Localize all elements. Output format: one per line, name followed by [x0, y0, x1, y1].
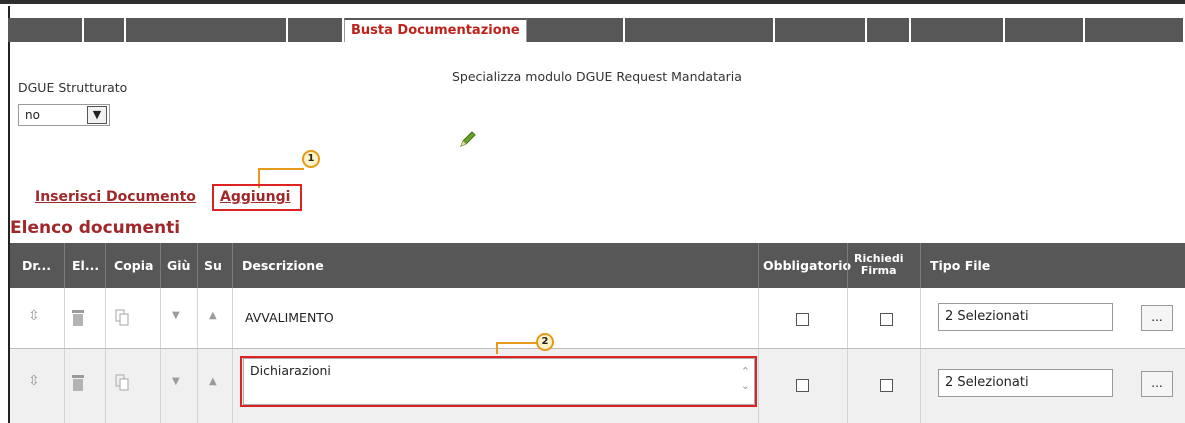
cell-divider — [758, 288, 759, 348]
col-elimina[interactable]: El... — [72, 243, 99, 288]
top-border-line — [0, 0, 1185, 4]
tab-9[interactable] — [866, 18, 911, 42]
dgue-strutturato-label: DGUE Strutturato — [18, 80, 128, 95]
inserisci-documento-link[interactable]: Inserisci Documento — [35, 189, 196, 205]
richiedi-firma-checkbox[interactable] — [880, 379, 893, 392]
callout-2-line-h — [496, 342, 538, 344]
cell-divider — [64, 288, 65, 348]
cell-divider — [160, 349, 161, 423]
cell-divider — [847, 288, 848, 348]
descrizione-highlight — [240, 356, 757, 407]
col-su[interactable]: Su — [204, 243, 222, 288]
col-obbligatorio[interactable]: Obbligatorio — [763, 243, 851, 288]
section-title: Elenco documenti — [10, 218, 181, 238]
chevron-down-icon[interactable]: ▼ — [87, 106, 107, 124]
col-divider — [920, 243, 921, 288]
col-divider — [160, 243, 161, 288]
callout-1-line-h — [258, 168, 304, 170]
aggiungi-link[interactable]: Aggiungi — [220, 189, 290, 205]
tab-10[interactable] — [910, 18, 1005, 42]
obbligatorio-checkbox[interactable] — [796, 313, 809, 326]
obbligatorio-checkbox[interactable] — [796, 379, 809, 392]
trash-icon[interactable] — [70, 373, 86, 393]
move-up-icon[interactable]: ▲ — [209, 310, 217, 321]
select-value: no — [25, 108, 40, 122]
cell-divider — [232, 349, 233, 423]
cell-divider — [920, 288, 921, 348]
tab-2[interactable] — [84, 18, 126, 42]
pencil-icon[interactable] — [458, 130, 478, 148]
col-divider — [197, 243, 198, 288]
tipo-file-more-button[interactable]: ... — [1141, 305, 1173, 331]
trash-icon[interactable] — [70, 308, 86, 328]
cell-divider — [232, 288, 233, 348]
cell-divider — [847, 349, 848, 423]
col-divider — [232, 243, 233, 288]
tab-6[interactable] — [526, 18, 625, 42]
cell-divider — [758, 349, 759, 423]
col-drag[interactable]: Dr... — [22, 243, 51, 288]
dgue-strutturato-select[interactable]: no ▼ — [18, 104, 110, 126]
cell-divider — [197, 288, 198, 348]
callout-2-badge: 2 — [536, 333, 554, 351]
col-firma-label: Firma — [860, 264, 897, 277]
tab-7[interactable] — [624, 18, 775, 42]
move-down-icon[interactable]: ▼ — [172, 376, 180, 387]
cell-divider — [920, 349, 921, 423]
copy-icon[interactable] — [114, 373, 130, 393]
table-row: ⇳ ▼ ▲ Dichiarazioni ⌃ ⌄ 2 Selezionati ... — [10, 349, 1185, 423]
table-header: Dr... El... Copia Giù Su Descrizione Obb… — [10, 243, 1185, 288]
copy-icon[interactable] — [114, 308, 130, 328]
tipo-file-field[interactable]: 2 Selezionati — [938, 369, 1113, 397]
col-divider — [64, 243, 65, 288]
col-richiedi-firma[interactable]: Richiedi Firma — [854, 243, 903, 288]
col-divider — [105, 243, 106, 288]
tipo-file-more-button[interactable]: ... — [1141, 371, 1173, 397]
cell-divider — [105, 349, 106, 423]
move-up-icon[interactable]: ▲ — [209, 376, 217, 387]
tab-12[interactable] — [1084, 18, 1185, 42]
col-divider — [847, 243, 848, 288]
cell-divider — [197, 349, 198, 423]
tipo-file-field[interactable]: 2 Selezionati — [938, 303, 1113, 331]
move-down-icon[interactable]: ▼ — [172, 310, 180, 321]
richiedi-firma-checkbox[interactable] — [880, 313, 893, 326]
col-tipo-file[interactable]: Tipo File — [930, 243, 990, 288]
drag-handle-icon[interactable]: ⇳ — [28, 373, 40, 389]
tab-4[interactable] — [288, 18, 344, 42]
tab-11[interactable] — [1004, 18, 1085, 42]
tab-bar: Busta Documentazione — [8, 18, 1185, 42]
drag-handle-icon[interactable]: ⇳ — [28, 308, 40, 324]
col-descrizione[interactable]: Descrizione — [242, 243, 324, 288]
col-divider — [758, 243, 759, 288]
callout-1-badge: 1 — [302, 150, 320, 168]
specializza-label: Specializza modulo DGUE Request Mandatar… — [452, 69, 742, 84]
col-giu[interactable]: Giù — [167, 243, 190, 288]
col-copia[interactable]: Copia — [114, 243, 153, 288]
tab-busta-documentazione[interactable]: Busta Documentazione — [344, 18, 527, 42]
tab-8[interactable] — [774, 18, 867, 42]
descrizione-cell: AVVALIMENTO — [245, 310, 334, 325]
cell-divider — [64, 349, 65, 423]
cell-divider — [105, 288, 106, 348]
table-row: ⇳ ▼ ▲ AVVALIMENTO 2 Selezionati ... — [10, 288, 1185, 349]
tab-1[interactable] — [8, 18, 84, 42]
tab-3[interactable] — [126, 18, 288, 42]
cell-divider — [160, 288, 161, 348]
